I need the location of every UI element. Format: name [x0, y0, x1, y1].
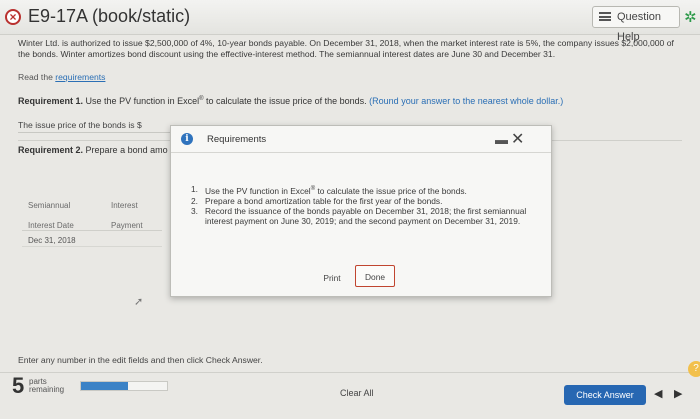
requirement-2: Requirement 2. Prepare a bond amo — [18, 145, 168, 155]
clear-all-button[interactable]: Clear All — [340, 388, 374, 398]
table-rule — [22, 246, 162, 247]
item-number: 1. — [191, 184, 198, 194]
list-item: 1. Use the PV function in Excel® to calc… — [191, 184, 531, 196]
req1-label: Requirement 1. — [18, 96, 84, 106]
col1-line1: Semiannual — [28, 201, 71, 210]
item-number: 3. — [191, 205, 198, 216]
parts-count: 5 — [12, 373, 25, 398]
requirement-1: Requirement 1. Use the PV function in Ex… — [18, 96, 563, 106]
col-header-date: Semiannual Interest Date — [28, 200, 74, 232]
chevron-left-icon[interactable]: ◀ — [654, 387, 662, 400]
list-item: 3. Record the issuance of the bonds paya… — [191, 206, 531, 226]
col2-line1: Interest — [111, 201, 138, 210]
title-bar: × E9-17A (book/static) Question Help ✲ — [0, 0, 700, 43]
done-button[interactable]: Done — [355, 265, 395, 287]
footer-note: Enter any number in the edit fields and … — [18, 355, 263, 365]
req1-hint: (Round your answer to the nearest whole … — [369, 96, 564, 106]
progress-fill — [81, 382, 129, 390]
page-title: E9-17A (book/static) — [28, 6, 191, 26]
req1-text-a: Use the PV function in Excel — [85, 96, 200, 106]
read-prefix: Read the — [18, 72, 53, 82]
check-answer-button[interactable]: Check Answer — [564, 385, 646, 405]
gear-icon[interactable]: ✲ — [684, 8, 697, 26]
table-rule — [22, 230, 162, 231]
item-sup: ® — [310, 186, 316, 192]
minimize-icon[interactable]: ▬ — [495, 132, 508, 147]
problem-statement: Winter Ltd. is authorized to issue $2,50… — [18, 38, 688, 60]
close-circle-icon: × — [5, 9, 21, 25]
item-text: Record the issuance of the bonds payable… — [205, 205, 527, 226]
col-header-interest: Interest Payment — [111, 200, 143, 232]
problem-text: Winter Ltd. is authorized to issue $2,50… — [18, 38, 674, 59]
print-button[interactable]: Print — [321, 271, 343, 285]
issue-price-label: The issue price of the bonds is $ — [18, 120, 142, 130]
row1-date: Dec 31, 2018 — [28, 236, 76, 245]
req1-sup: ® — [199, 96, 204, 102]
req2-text: Prepare a bond amo — [85, 145, 168, 155]
item-text-b: to calculate the issue price of the bond… — [317, 185, 467, 196]
footer-divider — [0, 372, 700, 373]
question-help-button[interactable]: Question Help — [592, 6, 680, 43]
parts-line2: remaining — [29, 385, 65, 394]
item-number: 2. — [191, 195, 198, 206]
item-text: Prepare a bond amortization table for th… — [205, 195, 443, 206]
list-item: 2. Prepare a bond amortization table for… — [191, 196, 531, 206]
help-icon[interactable]: ? — [688, 361, 700, 377]
req2-label: Requirement 2. — [18, 145, 84, 155]
progress-bar — [80, 381, 168, 391]
menu-lines-icon — [599, 12, 611, 21]
parts-label: parts remaining — [29, 378, 64, 394]
dialog-title: Requirements — [207, 134, 267, 145]
chevron-right-icon[interactable]: ▶ — [674, 387, 682, 400]
requirements-dialog: i Requirements ▬ ✕ 1. Use the PV functio… — [170, 125, 552, 297]
info-icon: i — [181, 133, 193, 145]
req1-text-b: to calculate the issue price of the bond… — [206, 96, 367, 106]
read-requirements: Read the requirements — [18, 72, 105, 82]
item-text-a: Use the PV function in Excel — [205, 185, 311, 196]
mouse-cursor-icon: ➚ — [134, 296, 144, 308]
dialog-header: i Requirements ▬ ✕ — [171, 126, 551, 153]
requirements-link[interactable]: requirements — [55, 72, 105, 82]
close-icon[interactable]: ✕ — [511, 129, 524, 149]
requirements-list: 1. Use the PV function in Excel® to calc… — [191, 184, 531, 226]
